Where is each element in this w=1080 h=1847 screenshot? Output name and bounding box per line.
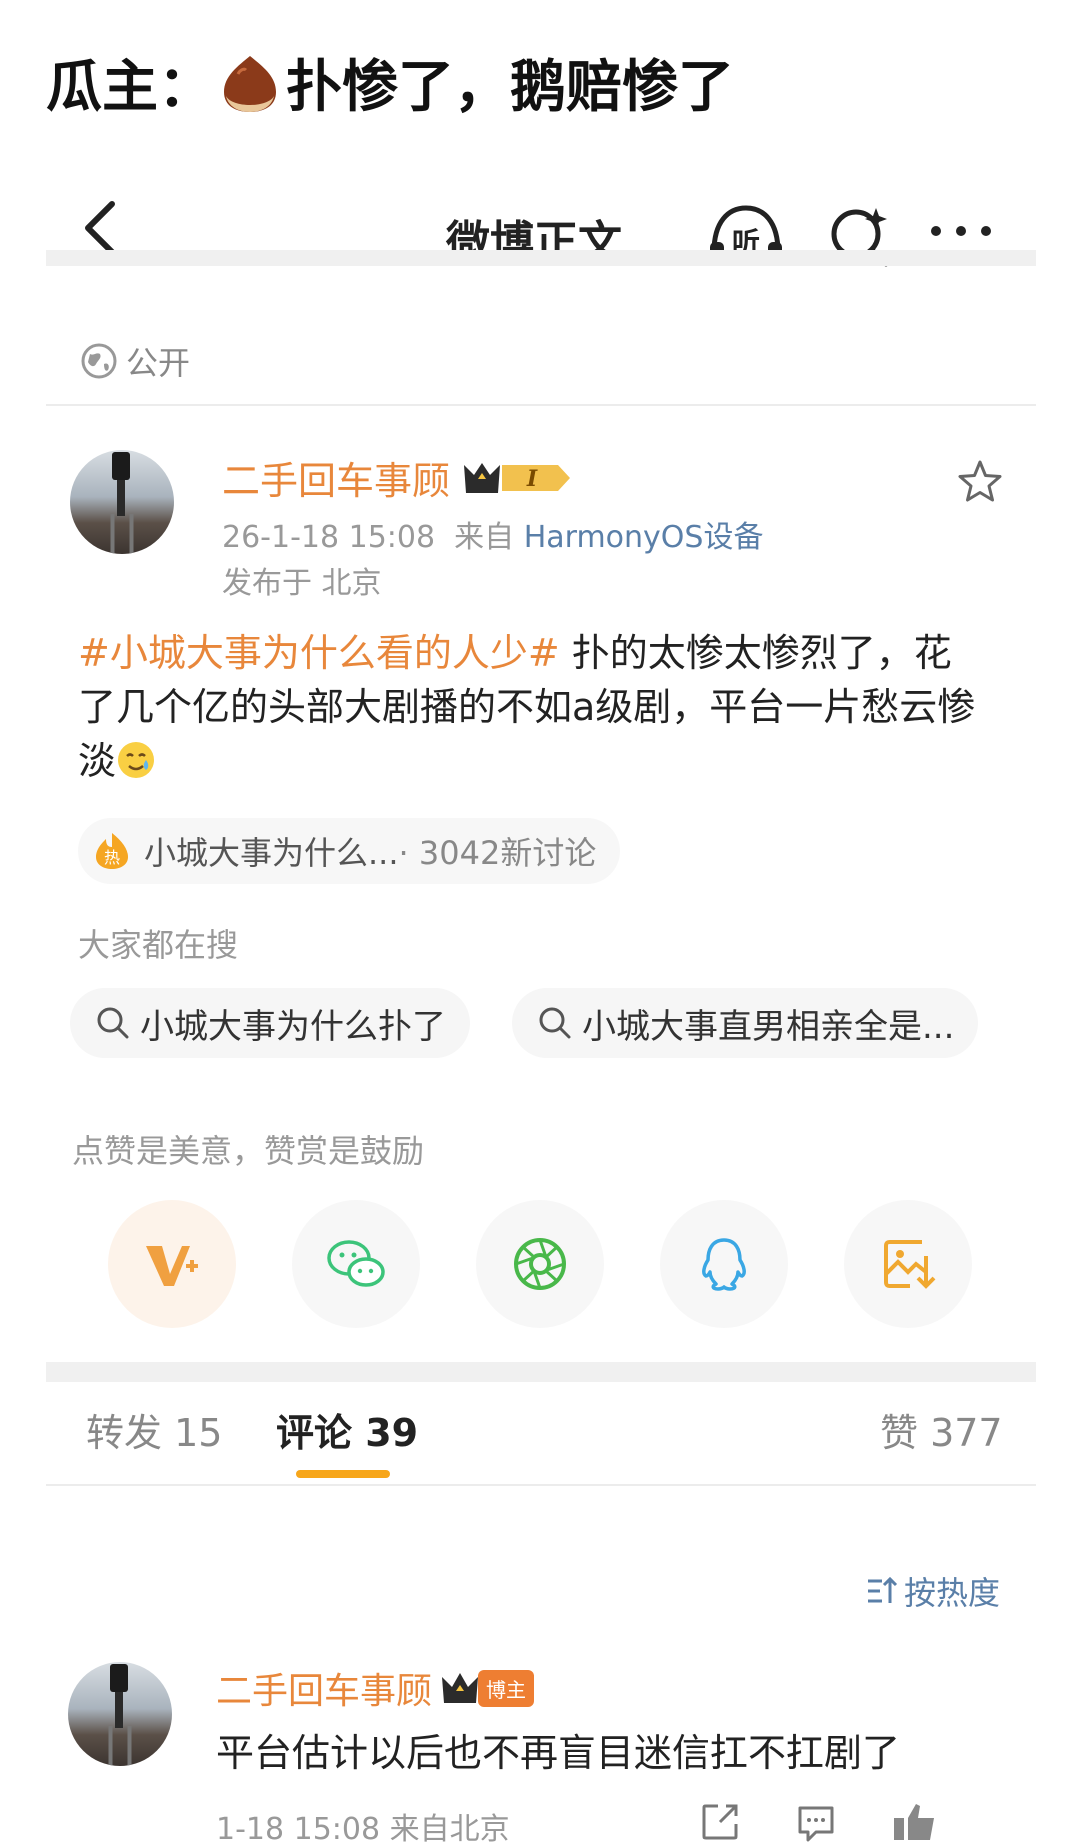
search-icon (97, 1007, 129, 1039)
repost-icon[interactable] (698, 1800, 742, 1844)
wechat-icon (327, 1240, 385, 1287)
trending-search-item[interactable]: 小城大事为什么扑了 (70, 988, 470, 1058)
share-qq-button[interactable] (660, 1200, 788, 1328)
comment-icon[interactable] (794, 1800, 838, 1844)
divider (46, 250, 1036, 266)
trending-search-label: 大家都在搜 (78, 926, 239, 964)
more-icon[interactable] (926, 216, 996, 246)
post-location: 发布于 北京 (222, 566, 382, 601)
post-source[interactable]: HarmonyOS设备 (524, 520, 764, 555)
qq-icon (702, 1238, 746, 1291)
reward-v-icon (146, 1246, 198, 1286)
share-wechat-button[interactable] (292, 1200, 420, 1328)
trending-search-text: 小城大事直男相亲全是... (582, 1006, 955, 1047)
weibo-screenshot: 微博正文 听 公开 二手回车事顾 I 26-1-18 15:08 来自 Harm… (46, 150, 1036, 1847)
tab-likes[interactable]: 赞 377 (880, 1402, 1003, 1457)
comment-author: 二手回车事顾 博主 (216, 1662, 535, 1714)
post-author: 二手回车事顾 I (222, 450, 578, 505)
trending-search-text: 小城大事为什么扑了 (140, 1006, 446, 1047)
trending-search-item[interactable]: 小城大事直男相亲全是... (512, 988, 979, 1058)
tab-bar: 转发 15 评论 39 赞 377 (46, 1378, 1036, 1484)
active-tab-indicator (296, 1470, 390, 1478)
post-meta: 26-1-18 15:08 来自 HarmonyOS设备 (222, 512, 763, 556)
post-text: #小城大事为什么看的人少# 扑的太惨太惨烈了，花了几个亿的头部大剧播的不如a级剧… (78, 626, 978, 788)
post-time: 26-1-18 15:08 (222, 520, 436, 555)
like-icon[interactable] (890, 1800, 990, 1844)
topic-count: · 3042新讨论 (398, 834, 597, 872)
vip-crown-badge-icon: I (464, 462, 571, 493)
reward-button[interactable] (108, 1200, 236, 1328)
hot-badge-label: 热 (104, 848, 120, 867)
globe-icon (81, 343, 117, 379)
visibility-status: 公开 (80, 338, 190, 384)
username[interactable]: 二手回车事顾 (222, 450, 450, 505)
sort-toggle[interactable]: 按热度 (864, 1568, 1000, 1614)
search-icon (539, 1007, 571, 1039)
sort-label: 按热度 (904, 1574, 1001, 1612)
crown-icon (442, 1673, 479, 1703)
caption: 瓜主： 扑惨了，鹅赔惨了 (46, 42, 734, 123)
tears-smile-emoji-icon (118, 742, 155, 778)
visibility-label: 公开 (126, 344, 191, 382)
save-image-icon (884, 1240, 936, 1289)
sort-icon (868, 1576, 898, 1603)
reward-prompt: 点赞是美意，赞赏是鼓励 (72, 1132, 425, 1170)
comment-text: 平台估计以后也不再盲目迷信扛不扛剧了 (216, 1731, 901, 1775)
author-badge-label: 博主 (478, 1669, 535, 1707)
caption-prefix: 瓜主： (46, 55, 214, 120)
nav-bar: 微博正文 听 (46, 150, 1036, 290)
moments-icon (514, 1238, 566, 1290)
avatar[interactable] (70, 450, 174, 554)
hot-topic-badge-icon: 热 (96, 833, 128, 869)
divider (46, 1484, 1036, 1486)
tab-comments[interactable]: 评论 39 (276, 1402, 418, 1457)
source-prefix: 来自 (454, 520, 515, 555)
favorite-star-icon[interactable] (956, 458, 1004, 506)
share-moments-button[interactable] (476, 1200, 604, 1328)
caption-text: 扑惨了，鹅赔惨了 (286, 55, 734, 120)
topic-chip[interactable]: 热 小城大事为什么... · 3042新讨论 (78, 818, 621, 884)
topic-label: 小城大事为什么... (144, 834, 399, 872)
comment-avatar[interactable] (68, 1662, 172, 1766)
comment-username[interactable]: 二手回车事顾 (216, 1662, 432, 1714)
tab-repost[interactable]: 转发 15 (86, 1402, 222, 1457)
hashtag-link[interactable]: #小城大事为什么看的人少# (78, 631, 560, 675)
divider (46, 404, 1036, 406)
save-image-button[interactable] (844, 1200, 972, 1328)
back-arrow-icon[interactable] (76, 198, 124, 258)
comment-meta: 1-18 15:08 来自北京 (216, 1812, 510, 1847)
chestnut-icon (224, 55, 276, 112)
author-badge: 博主 (440, 1669, 535, 1707)
vip-level: I (526, 466, 538, 492)
